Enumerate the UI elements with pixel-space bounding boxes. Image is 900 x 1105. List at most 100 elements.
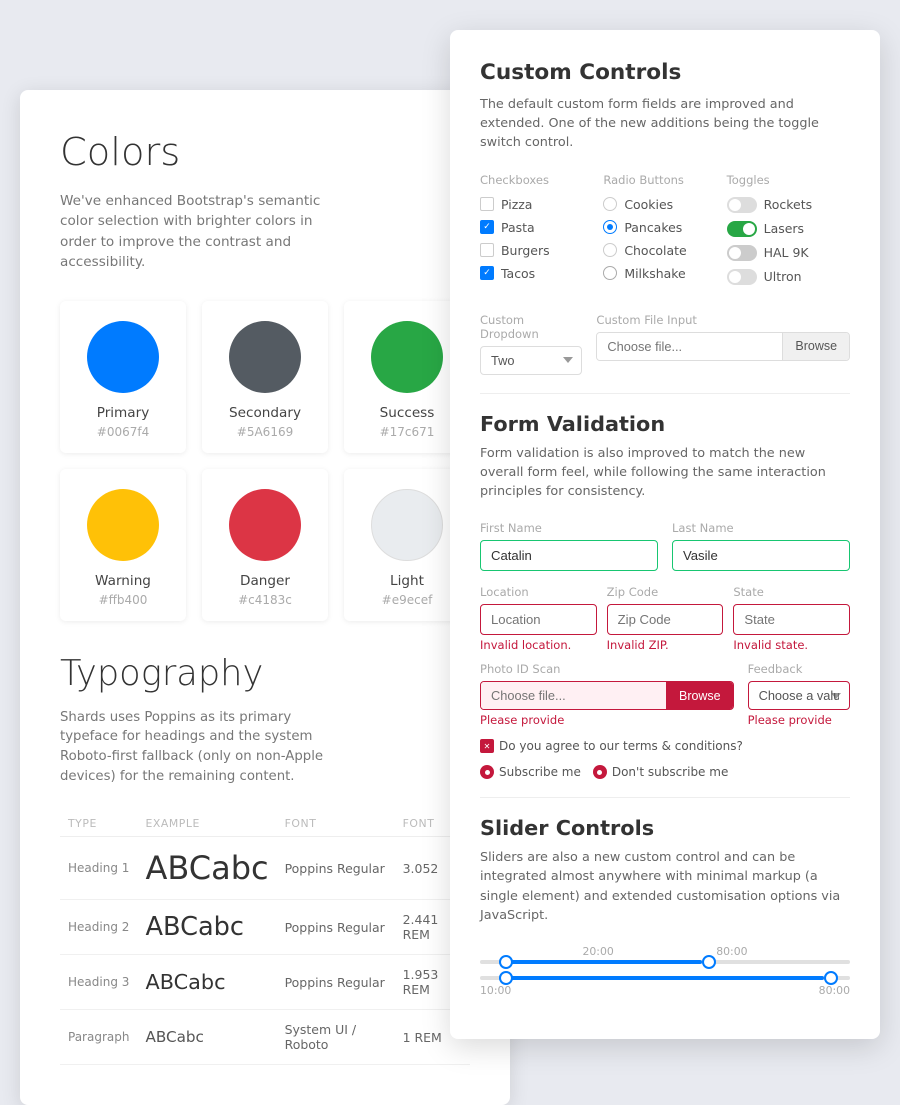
feedback-label: Feedback (748, 662, 850, 676)
dropdown-file-row: Custom Dropdown One Two Three Custom Fil… (480, 313, 850, 375)
type-example: ABCabc (137, 955, 276, 1010)
photo-browse-button[interactable]: Browse (666, 682, 733, 709)
color-name-light: Light (390, 573, 424, 589)
type-example: ABCabc (137, 1010, 276, 1065)
radio-chocolate[interactable] (603, 243, 617, 257)
last-name-input[interactable] (672, 540, 850, 571)
radio-milkshake-label: Milkshake (624, 266, 685, 281)
form-validation-desc: Form validation is also improved to matc… (480, 444, 850, 502)
slider-desc: Sliders are also a new custom control an… (480, 848, 850, 925)
color-circle-danger (229, 489, 301, 561)
list-item: HAL 9K (727, 245, 850, 261)
zip-input[interactable] (607, 604, 724, 635)
terms-label: Do you agree to our terms & conditions? (499, 739, 743, 753)
name-row: First Name Last Name (480, 521, 850, 571)
color-circle-secondary (229, 321, 301, 393)
th-type: TYPE (60, 811, 137, 837)
terms-checkbox[interactable] (480, 739, 494, 753)
toggle-hal9k-label: HAL 9K (764, 245, 809, 260)
custom-controls-title: Custom Controls (480, 60, 850, 85)
color-name-danger: Danger (240, 573, 290, 589)
checkbox-burgers[interactable] (480, 243, 494, 257)
list-item: Lasers (727, 221, 850, 237)
checkbox-tacos[interactable] (480, 266, 494, 280)
radio-pancakes[interactable] (603, 220, 617, 234)
first-name-label: First Name (480, 521, 658, 535)
slider1-track[interactable] (480, 960, 850, 964)
type-label: Heading 1 (60, 837, 137, 900)
toggle-hal9k[interactable] (727, 245, 757, 261)
feedback-select[interactable]: Choose a value (748, 681, 850, 710)
no-subscribe-item: Don't subscribe me (593, 765, 728, 779)
slider2-thumb-left[interactable] (499, 971, 513, 985)
slider2-fill (499, 976, 825, 980)
checkboxes-label: Checkboxes (480, 173, 603, 187)
subscribe-label: Subscribe me (499, 765, 581, 779)
type-font: Poppins Regular (277, 955, 395, 1010)
radio-cookies[interactable] (603, 197, 617, 211)
location-input[interactable] (480, 604, 597, 635)
list-item: Milkshake (603, 266, 726, 281)
checkbox-pizza-label: Pizza (501, 197, 532, 212)
custom-dropdown-label: Custom Dropdown (480, 313, 582, 341)
checkbox-pizza[interactable] (480, 197, 494, 211)
table-row: Paragraph ABCabc System UI / Roboto 1 RE… (60, 1010, 470, 1065)
color-hex-secondary: #5A6169 (237, 425, 293, 439)
color-hex-primary: #0067f4 (97, 425, 149, 439)
toggle-ultron[interactable] (727, 269, 757, 285)
type-example: ABCabc (137, 837, 276, 900)
slider2-bottom-labels: 10:00 80:00 (480, 984, 850, 997)
slider-section: Slider Controls Sliders are also a new c… (480, 816, 850, 997)
state-label: State (733, 585, 850, 599)
slider1-thumb-left[interactable] (499, 955, 513, 969)
list-item: Chocolate (603, 243, 726, 258)
form-validation-title: Form Validation (480, 412, 850, 436)
color-grid: Primary #0067f4 Secondary #5A6169 Succes… (60, 301, 470, 621)
th-font: FONT (277, 811, 395, 837)
toggle-lasers[interactable] (727, 221, 757, 237)
subscribe-radio[interactable] (480, 765, 494, 779)
radio-milkshake[interactable] (603, 266, 617, 280)
table-row: Heading 2 ABCabc Poppins Regular 2.441 R… (60, 900, 470, 955)
slider2-track[interactable] (480, 976, 850, 980)
section-divider-2 (480, 797, 850, 798)
photo-file-input[interactable] (481, 682, 666, 709)
location-error: Invalid location. (480, 638, 597, 652)
color-hex-success: #17c671 (380, 425, 435, 439)
type-font: System UI / Roboto (277, 1010, 395, 1065)
radio-buttons-label: Radio Buttons (603, 173, 726, 187)
list-item: Cookies (603, 197, 726, 212)
color-name-success: Success (380, 405, 435, 421)
controls-grid: Checkboxes Pizza Pasta Burgers Tacos (480, 173, 850, 293)
list-item: Ultron (727, 269, 850, 285)
toggle-rockets[interactable] (727, 197, 757, 213)
typography-title: Typography (60, 653, 470, 694)
slider1-thumb-right[interactable] (702, 955, 716, 969)
color-warning: Warning #ffb400 (60, 469, 186, 621)
custom-dropdown-group: Custom Dropdown One Two Three (480, 313, 582, 375)
toggle-ultron-label: Ultron (764, 269, 802, 284)
file-input-text[interactable] (597, 333, 782, 360)
color-circle-light (371, 489, 443, 561)
zip-label: Zip Code (607, 585, 724, 599)
color-circle-warning (87, 489, 159, 561)
file-browse-button[interactable]: Browse (782, 333, 849, 360)
typography-table: TYPE EXAMPLE FONT FONT Heading 1 ABCabc … (60, 811, 470, 1065)
feedback-error: Please provide (748, 713, 850, 727)
custom-dropdown-select[interactable]: One Two Three (480, 346, 582, 375)
first-name-input[interactable] (480, 540, 658, 571)
state-input[interactable] (733, 604, 850, 635)
color-circle-success (371, 321, 443, 393)
th-example: EXAMPLE (137, 811, 276, 837)
no-subscribe-radio[interactable] (593, 765, 607, 779)
checkbox-pasta[interactable] (480, 220, 494, 234)
checkboxes-col: Checkboxes Pizza Pasta Burgers Tacos (480, 173, 603, 293)
slider2-thumb-right[interactable] (824, 971, 838, 985)
toggle-rockets-label: Rockets (764, 197, 812, 212)
color-hex-light: #e9ecef (382, 593, 433, 607)
table-row: Heading 3 ABCabc Poppins Regular 1.953 R… (60, 955, 470, 1010)
color-secondary: Secondary #5A6169 (202, 301, 328, 453)
state-group: State Invalid state. (733, 585, 850, 652)
type-font: Poppins Regular (277, 837, 395, 900)
list-item: Burgers (480, 243, 603, 258)
